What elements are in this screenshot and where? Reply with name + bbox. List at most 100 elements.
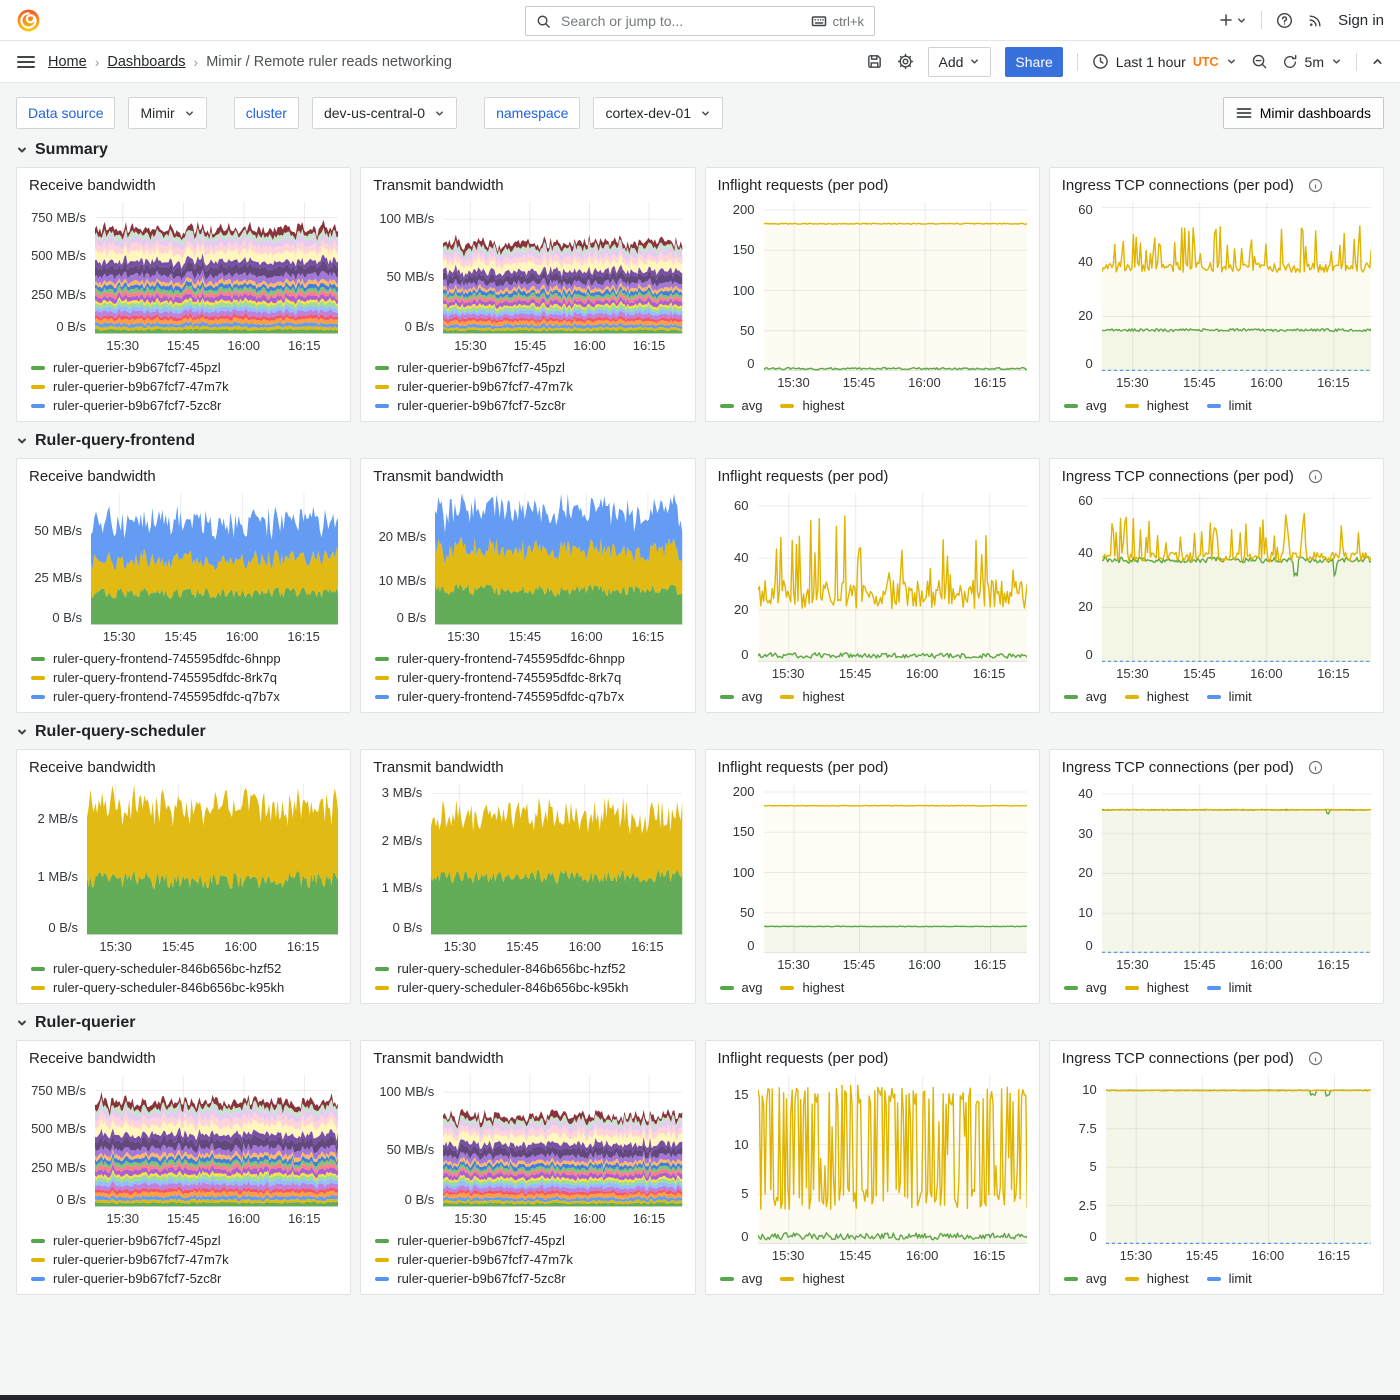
info-icon[interactable]	[1308, 178, 1323, 193]
search-box[interactable]: ctrl+k	[525, 6, 875, 36]
plot-area[interactable]	[91, 493, 338, 625]
panel-title[interactable]: Ingress TCP connections (per pod)	[1062, 468, 1294, 485]
plot-area[interactable]	[758, 493, 1027, 662]
legend-item[interactable]: ruler-querier-b9b67fcf7-45pzl	[375, 360, 682, 375]
plot-area[interactable]	[1102, 202, 1371, 371]
panel-title[interactable]: Ingress TCP connections (per pod)	[1062, 177, 1294, 194]
legend-item[interactable]: highest	[1125, 398, 1189, 413]
legend-item[interactable]: ruler-querier-b9b67fcf7-47m7k	[31, 379, 338, 394]
legend-item[interactable]: avg	[720, 689, 763, 704]
legend-item[interactable]: highest	[780, 1271, 844, 1286]
plot-area[interactable]	[443, 1075, 682, 1207]
plot-area[interactable]	[1106, 1075, 1371, 1244]
panel-title[interactable]: Ingress TCP connections (per pod)	[1062, 1050, 1294, 1067]
legend-item[interactable]: ruler-query-frontend-745595dfdc-8rk7q	[31, 670, 338, 685]
legend-item[interactable]: avg	[720, 1271, 763, 1286]
breadcrumb-home[interactable]: Home	[48, 54, 87, 70]
legend-item[interactable]: avg	[720, 980, 763, 995]
info-icon[interactable]	[1308, 469, 1323, 484]
legend-item[interactable]: limit	[1207, 980, 1252, 995]
info-icon[interactable]	[1308, 1051, 1323, 1066]
legend-item[interactable]: avg	[1064, 1271, 1107, 1286]
share-button[interactable]: Share	[1005, 47, 1062, 77]
legend-item[interactable]: ruler-querier-b9b67fcf7-47m7k	[375, 379, 682, 394]
variable-value-dropdown[interactable]: Mimir	[128, 97, 206, 129]
refresh-picker[interactable]: 5m	[1282, 54, 1342, 70]
breadcrumb-dashboards[interactable]: Dashboards	[107, 54, 185, 70]
news-button[interactable]	[1307, 12, 1324, 29]
panel-title[interactable]: Receive bandwidth	[29, 468, 156, 485]
variable-label[interactable]: Data source	[16, 97, 115, 129]
save-dashboard-button[interactable]	[866, 53, 883, 70]
plot-area[interactable]	[1102, 784, 1371, 953]
info-icon[interactable]	[1308, 760, 1323, 775]
legend-item[interactable]: ruler-query-scheduler-846b656bc-hzf52	[31, 961, 338, 976]
panel-title[interactable]: Inflight requests (per pod)	[718, 177, 889, 194]
section-header-ruler-querier[interactable]: Ruler-querier	[16, 1014, 1384, 1032]
panel-title[interactable]: Transmit bandwidth	[373, 177, 503, 194]
legend-item[interactable]: highest	[780, 689, 844, 704]
legend-item[interactable]: ruler-querier-b9b67fcf7-45pzl	[31, 1233, 338, 1248]
add-panel-button[interactable]: Add	[928, 47, 992, 77]
collapse-toolbar-button[interactable]	[1371, 55, 1384, 68]
zoom-out-button[interactable]	[1251, 53, 1268, 70]
new-menu-button[interactable]	[1218, 12, 1247, 28]
plot-area[interactable]	[764, 202, 1027, 371]
legend-item[interactable]: limit	[1207, 1271, 1252, 1286]
panel-title[interactable]: Receive bandwidth	[29, 1050, 156, 1067]
plot-area[interactable]	[87, 784, 338, 935]
search-input[interactable]	[559, 12, 803, 30]
plot-area[interactable]	[1102, 493, 1371, 662]
legend-item[interactable]: highest	[1125, 689, 1189, 704]
legend-item[interactable]: limit	[1207, 689, 1252, 704]
legend-item[interactable]: ruler-querier-b9b67fcf7-5zc8r	[375, 398, 682, 413]
section-header-ruler-query-frontend[interactable]: Ruler-query-frontend	[16, 432, 1384, 450]
plot-area[interactable]	[435, 493, 682, 625]
help-button[interactable]	[1276, 12, 1293, 29]
legend-item[interactable]: ruler-querier-b9b67fcf7-47m7k	[375, 1252, 682, 1267]
legend-item[interactable]: highest	[780, 398, 844, 413]
mega-menu-button[interactable]	[16, 53, 36, 71]
legend-item[interactable]: ruler-query-frontend-745595dfdc-q7b7x	[375, 689, 682, 704]
plot-area[interactable]	[758, 1075, 1027, 1244]
plot-area[interactable]	[443, 202, 682, 334]
sign-in-link[interactable]: Sign in	[1338, 12, 1384, 29]
variable-value-dropdown[interactable]: dev-us-central-0	[312, 97, 457, 129]
section-header-ruler-query-scheduler[interactable]: Ruler-query-scheduler	[16, 723, 1384, 741]
plot-area[interactable]	[431, 784, 682, 935]
legend-item[interactable]: ruler-query-frontend-745595dfdc-q7b7x	[31, 689, 338, 704]
panel-title[interactable]: Inflight requests (per pod)	[718, 759, 889, 776]
legend-item[interactable]: avg	[720, 398, 763, 413]
panel-title[interactable]: Transmit bandwidth	[373, 1050, 503, 1067]
legend-item[interactable]: avg	[1064, 980, 1107, 995]
legend-item[interactable]: ruler-querier-b9b67fcf7-45pzl	[375, 1233, 682, 1248]
legend-item[interactable]: avg	[1064, 689, 1107, 704]
legend-item[interactable]: limit	[1207, 398, 1252, 413]
panel-title[interactable]: Inflight requests (per pod)	[718, 1050, 889, 1067]
legend-item[interactable]: avg	[1064, 398, 1107, 413]
panel-title[interactable]: Receive bandwidth	[29, 177, 156, 194]
legend-item[interactable]: ruler-query-scheduler-846b656bc-hzf52	[375, 961, 682, 976]
legend-item[interactable]: ruler-query-frontend-745595dfdc-8rk7q	[375, 670, 682, 685]
legend-item[interactable]: highest	[780, 980, 844, 995]
legend-item[interactable]: ruler-querier-b9b67fcf7-5zc8r	[31, 1271, 338, 1286]
grafana-logo[interactable]	[16, 8, 41, 33]
panel-title[interactable]: Transmit bandwidth	[373, 759, 503, 776]
section-header-summary[interactable]: Summary	[16, 141, 1384, 159]
legend-item[interactable]: ruler-query-frontend-745595dfdc-6hnpp	[375, 651, 682, 666]
variable-value-dropdown[interactable]: cortex-dev-01	[593, 97, 723, 129]
mimir-dashboards-button[interactable]: Mimir dashboards	[1223, 97, 1384, 129]
legend-item[interactable]: ruler-querier-b9b67fcf7-5zc8r	[31, 398, 338, 413]
variable-label[interactable]: cluster	[234, 97, 299, 129]
legend-item[interactable]: ruler-querier-b9b67fcf7-5zc8r	[375, 1271, 682, 1286]
panel-title[interactable]: Inflight requests (per pod)	[718, 468, 889, 485]
legend-item[interactable]: ruler-query-scheduler-846b656bc-k95kh	[375, 980, 682, 995]
legend-item[interactable]: ruler-query-scheduler-846b656bc-k95kh	[31, 980, 338, 995]
plot-area[interactable]	[95, 202, 338, 334]
panel-title[interactable]: Transmit bandwidth	[373, 468, 503, 485]
legend-item[interactable]: highest	[1125, 980, 1189, 995]
legend-item[interactable]: ruler-querier-b9b67fcf7-47m7k	[31, 1252, 338, 1267]
plot-area[interactable]	[95, 1075, 338, 1207]
legend-item[interactable]: ruler-query-frontend-745595dfdc-6hnpp	[31, 651, 338, 666]
dashboard-settings-button[interactable]	[897, 53, 914, 70]
